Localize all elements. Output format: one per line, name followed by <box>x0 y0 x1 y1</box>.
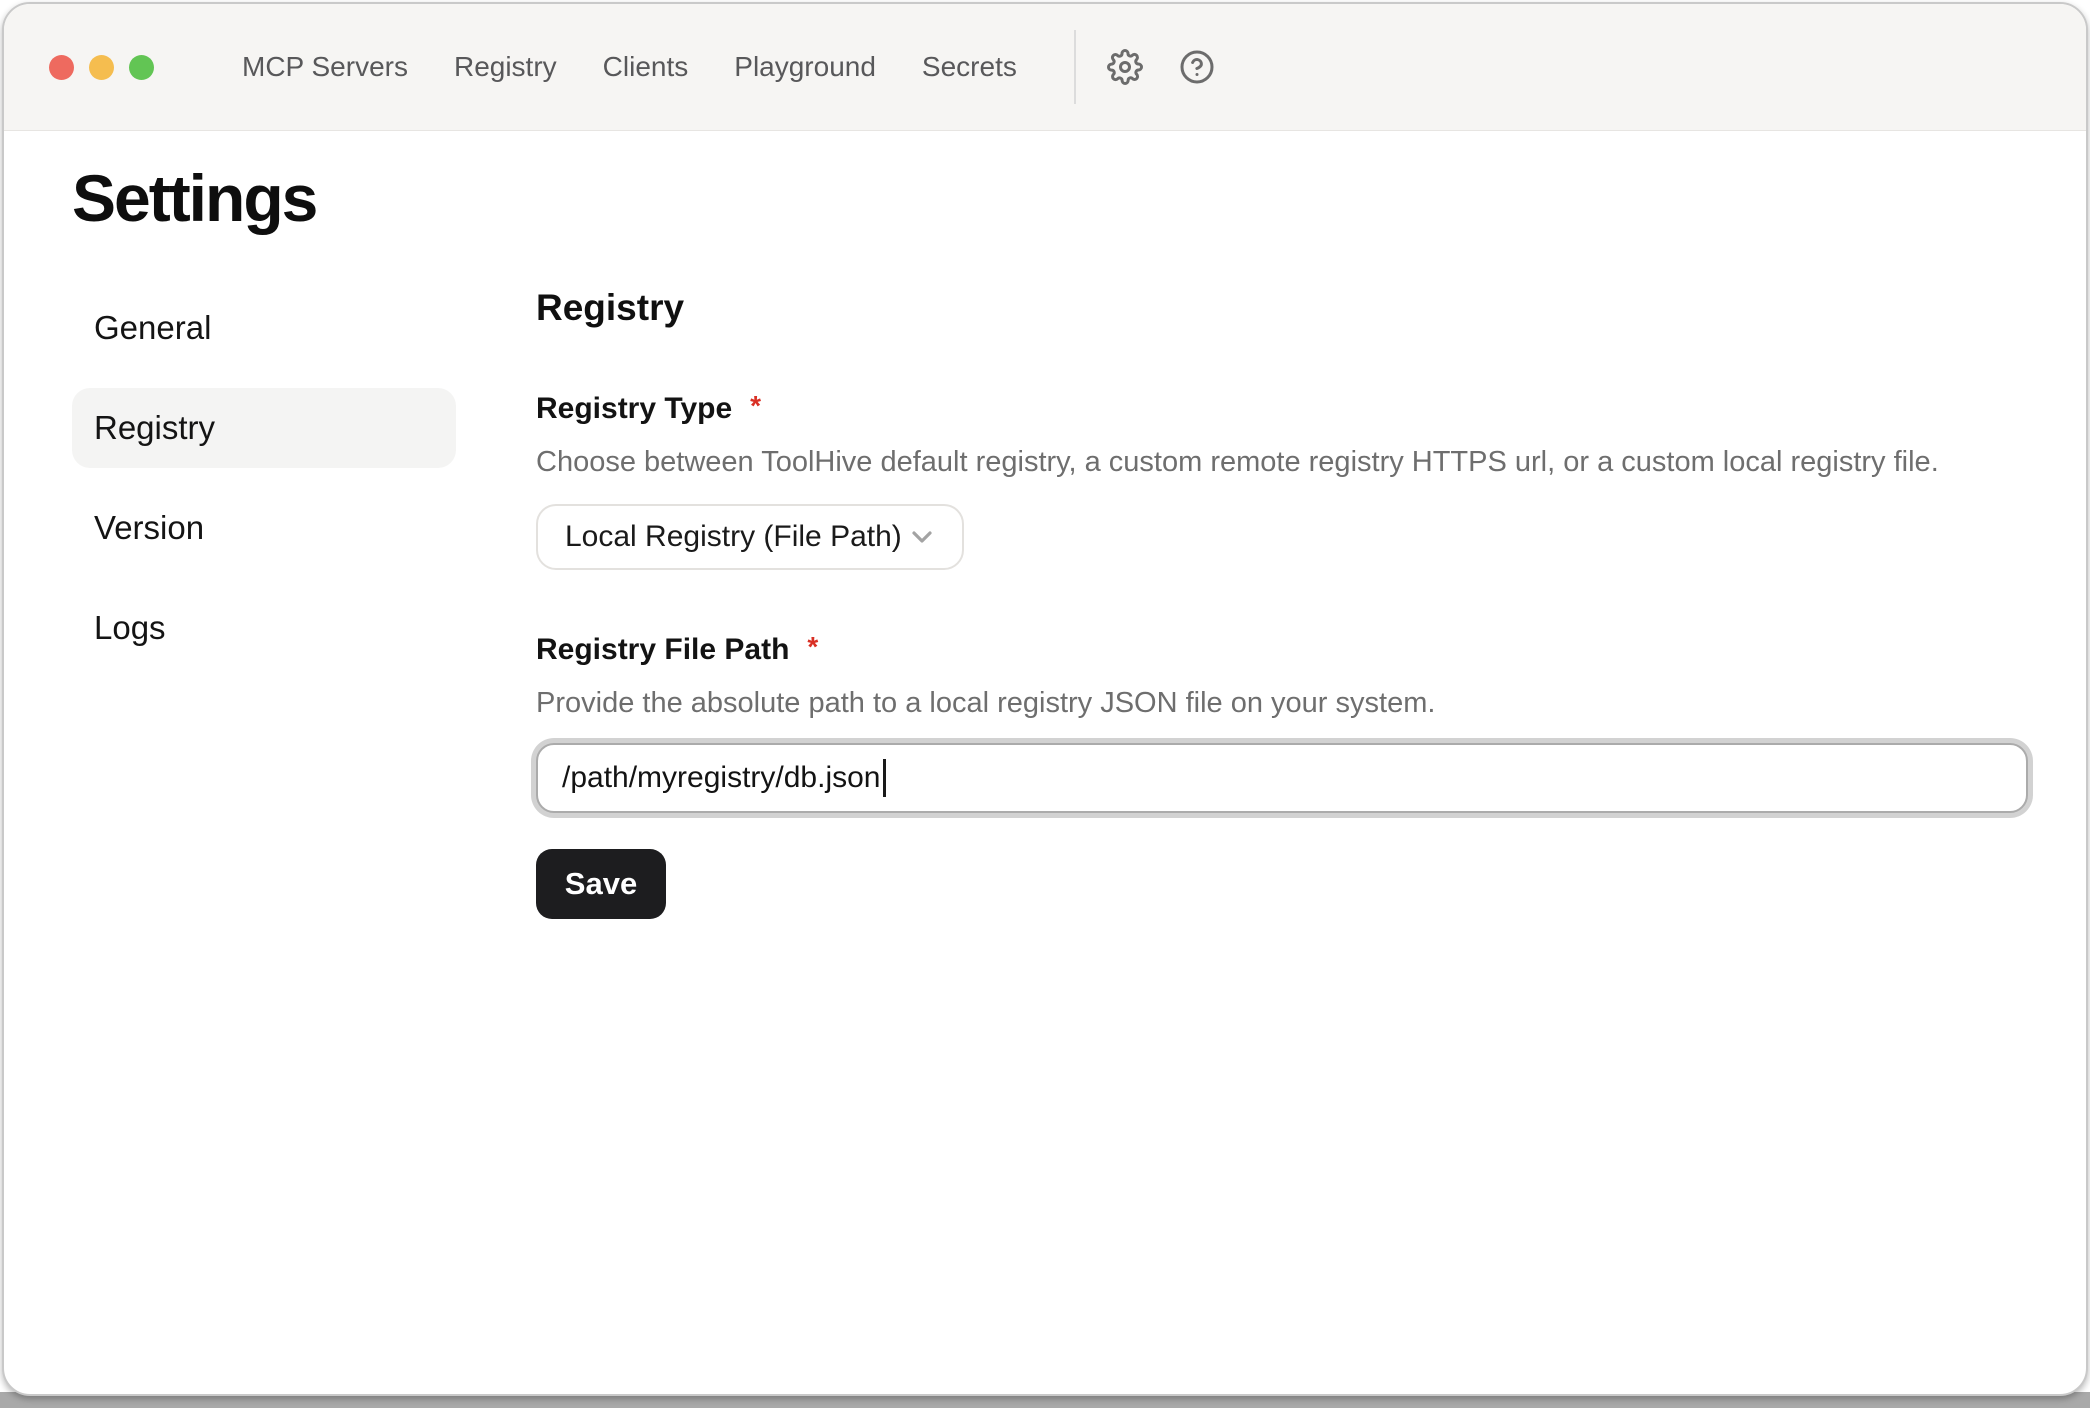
topbar-actions <box>1106 48 1216 86</box>
app-window: MCP Servers Registry Clients Playground … <box>2 2 2088 1396</box>
required-asterisk: * <box>750 389 761 423</box>
registry-file-path-label: Registry File Path * <box>536 632 2028 668</box>
registry-file-path-value: /path/myregistry/db.json <box>562 761 880 795</box>
section-title: Registry <box>536 288 2028 329</box>
maximize-button[interactable] <box>129 55 154 80</box>
sidebar-item-general[interactable]: General <box>72 288 456 368</box>
nav-item-secrets[interactable]: Secrets <box>922 53 1017 81</box>
main-nav: MCP Servers Registry Clients Playground … <box>242 53 1017 81</box>
registry-type-label: Registry Type * <box>536 391 2028 427</box>
save-button[interactable]: Save <box>536 849 666 919</box>
chevron-down-icon <box>906 521 938 553</box>
close-button[interactable] <box>49 55 74 80</box>
registry-type-description: Choose between ToolHive default registry… <box>536 445 2028 480</box>
registry-file-path-label-text: Registry File Path <box>536 632 789 668</box>
page-title: Settings <box>72 162 316 235</box>
settings-button[interactable] <box>1106 48 1144 86</box>
registry-type-select[interactable]: Local Registry (File Path) <box>536 504 964 570</box>
topbar-divider <box>1074 30 1076 104</box>
required-asterisk: * <box>807 630 818 664</box>
gear-icon <box>1107 49 1143 85</box>
registry-file-path-description: Provide the absolute path to a local reg… <box>536 686 2028 721</box>
sidebar-item-logs[interactable]: Logs <box>72 588 456 668</box>
registry-file-path-input[interactable]: /path/myregistry/db.json <box>536 743 2028 813</box>
nav-item-playground[interactable]: Playground <box>734 53 876 81</box>
registry-type-label-text: Registry Type <box>536 391 732 427</box>
minimize-button[interactable] <box>89 55 114 80</box>
settings-panel: Registry Registry Type * Choose between … <box>536 288 2028 919</box>
text-cursor <box>883 759 886 797</box>
nav-item-clients[interactable]: Clients <box>603 53 689 81</box>
registry-type-selected-value: Local Registry (File Path) <box>565 520 902 554</box>
window-controls <box>49 55 154 80</box>
help-button[interactable] <box>1178 48 1216 86</box>
sidebar-item-registry[interactable]: Registry <box>72 388 456 468</box>
settings-sidebar: General Registry Version Logs <box>72 288 456 688</box>
nav-item-mcp-servers[interactable]: MCP Servers <box>242 53 408 81</box>
help-icon <box>1179 49 1215 85</box>
titlebar: MCP Servers Registry Clients Playground … <box>4 4 2086 131</box>
nav-item-registry[interactable]: Registry <box>454 53 557 81</box>
sidebar-item-version[interactable]: Version <box>72 488 456 568</box>
